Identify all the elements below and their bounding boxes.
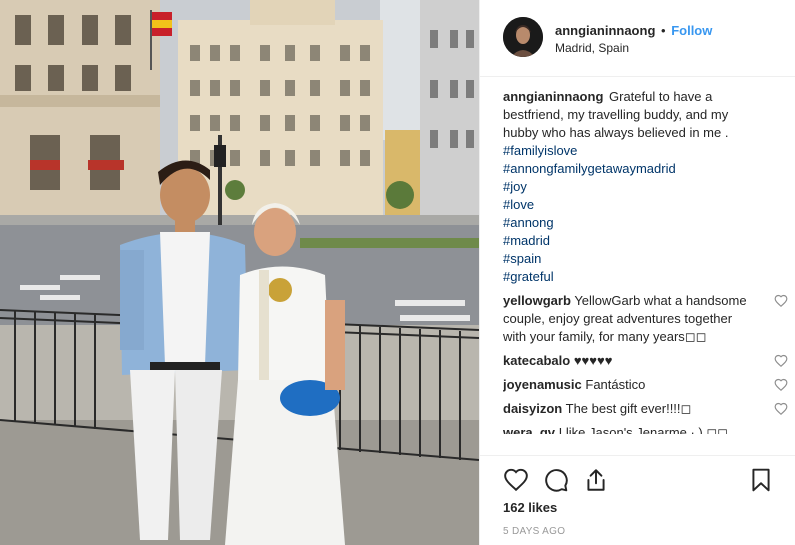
comment-bubble-icon[interactable] bbox=[543, 467, 569, 493]
post-photo[interactable] bbox=[0, 0, 479, 545]
caption-text-line-1: Grateful to have a bbox=[609, 89, 713, 104]
comment-text: ♥♥♥♥♥ bbox=[573, 353, 613, 368]
post-side-panel: anngianinnaong • Follow Madrid, Spain an… bbox=[479, 0, 795, 545]
comment-body: joyenamusic Fantástico bbox=[503, 376, 755, 394]
comment-text: Fantástico bbox=[585, 377, 646, 392]
hashtag-link[interactable]: #annong bbox=[503, 214, 755, 232]
location-link[interactable]: Madrid, Spain bbox=[555, 41, 712, 56]
instagram-post: anngianinnaong • Follow Madrid, Spain an… bbox=[0, 0, 795, 545]
avatar[interactable] bbox=[503, 17, 543, 57]
comments-list[interactable]: anngianinnaong Grateful to have a bestfr… bbox=[503, 88, 788, 450]
heart-outline-icon[interactable] bbox=[503, 467, 529, 493]
caption-text-line-2: bestfriend, my travelling buddy, and my bbox=[503, 107, 729, 122]
comment-body: yellowgarb YellowGarb what a handsome co… bbox=[503, 292, 755, 346]
post-header: anngianinnaong • Follow Madrid, Spain bbox=[480, 0, 795, 77]
header-text: anngianinnaong • Follow Madrid, Spain bbox=[555, 23, 712, 56]
post-timestamp: 5 DAYS AGO bbox=[503, 526, 566, 537]
couple-street-photo bbox=[0, 0, 479, 545]
comment-username[interactable]: katecabalo bbox=[503, 353, 570, 368]
comment-item: katecabalo ♥♥♥♥♥ bbox=[503, 352, 788, 370]
hashtag-link[interactable]: #familyislove bbox=[503, 142, 755, 160]
caption-username[interactable]: anngianinnaong bbox=[503, 89, 603, 104]
hashtag-link[interactable]: #annongfamilygetawaymadrid bbox=[503, 160, 755, 178]
share-icon[interactable] bbox=[583, 467, 609, 493]
hashtag-link[interactable]: #madrid bbox=[503, 232, 755, 250]
comment-body: wera_gv I like Jason's Jenarme · ) ◻◻ bbox=[503, 424, 755, 434]
bookmark-icon[interactable] bbox=[748, 467, 774, 493]
header-username[interactable]: anngianinnaong bbox=[555, 23, 655, 38]
comment-body: katecabalo ♥♥♥♥♥ bbox=[503, 352, 755, 370]
hashtag-link[interactable]: #spain bbox=[503, 250, 755, 268]
comment-like-icon[interactable] bbox=[774, 294, 788, 308]
comment-item: joyenamusic Fantástico bbox=[503, 376, 788, 394]
profile-picture bbox=[503, 17, 543, 57]
likes-count[interactable]: 162 likes bbox=[503, 500, 557, 515]
comment-item-partial: wera_gv I like Jason's Jenarme · ) ◻◻ bbox=[503, 424, 788, 434]
post-actions: 162 likes 5 DAYS AGO bbox=[480, 455, 795, 545]
hashtag-link[interactable]: #grateful bbox=[503, 268, 755, 286]
comment-text: The best gift ever!!!!◻ bbox=[565, 401, 692, 416]
comment-like-icon[interactable] bbox=[774, 354, 788, 368]
comment-text: I like Jason's Jenarme · ) ◻◻ bbox=[558, 425, 728, 434]
comment-like-icon[interactable] bbox=[774, 378, 788, 392]
post-caption: anngianinnaong Grateful to have a bestfr… bbox=[503, 88, 755, 286]
header-separator: • bbox=[661, 23, 666, 38]
comment-item: daisyizon The best gift ever!!!!◻ bbox=[503, 400, 788, 418]
caption-text-line-3: hubby who has always believed in me . bbox=[503, 125, 729, 140]
hashtag-link[interactable]: #joy bbox=[503, 178, 755, 196]
hashtag-link[interactable]: #love bbox=[503, 196, 755, 214]
header-user-line: anngianinnaong • Follow bbox=[555, 23, 712, 39]
comment-item: yellowgarb YellowGarb what a handsome co… bbox=[503, 292, 788, 346]
comment-username[interactable]: wera_gv bbox=[503, 425, 555, 434]
follow-button[interactable]: Follow bbox=[671, 23, 712, 38]
comment-username[interactable]: yellowgarb bbox=[503, 293, 571, 308]
comment-username[interactable]: joyenamusic bbox=[503, 377, 582, 392]
comment-username[interactable]: daisyizon bbox=[503, 401, 562, 416]
comment-body: daisyizon The best gift ever!!!!◻ bbox=[503, 400, 755, 418]
comment-like-icon[interactable] bbox=[774, 402, 788, 416]
